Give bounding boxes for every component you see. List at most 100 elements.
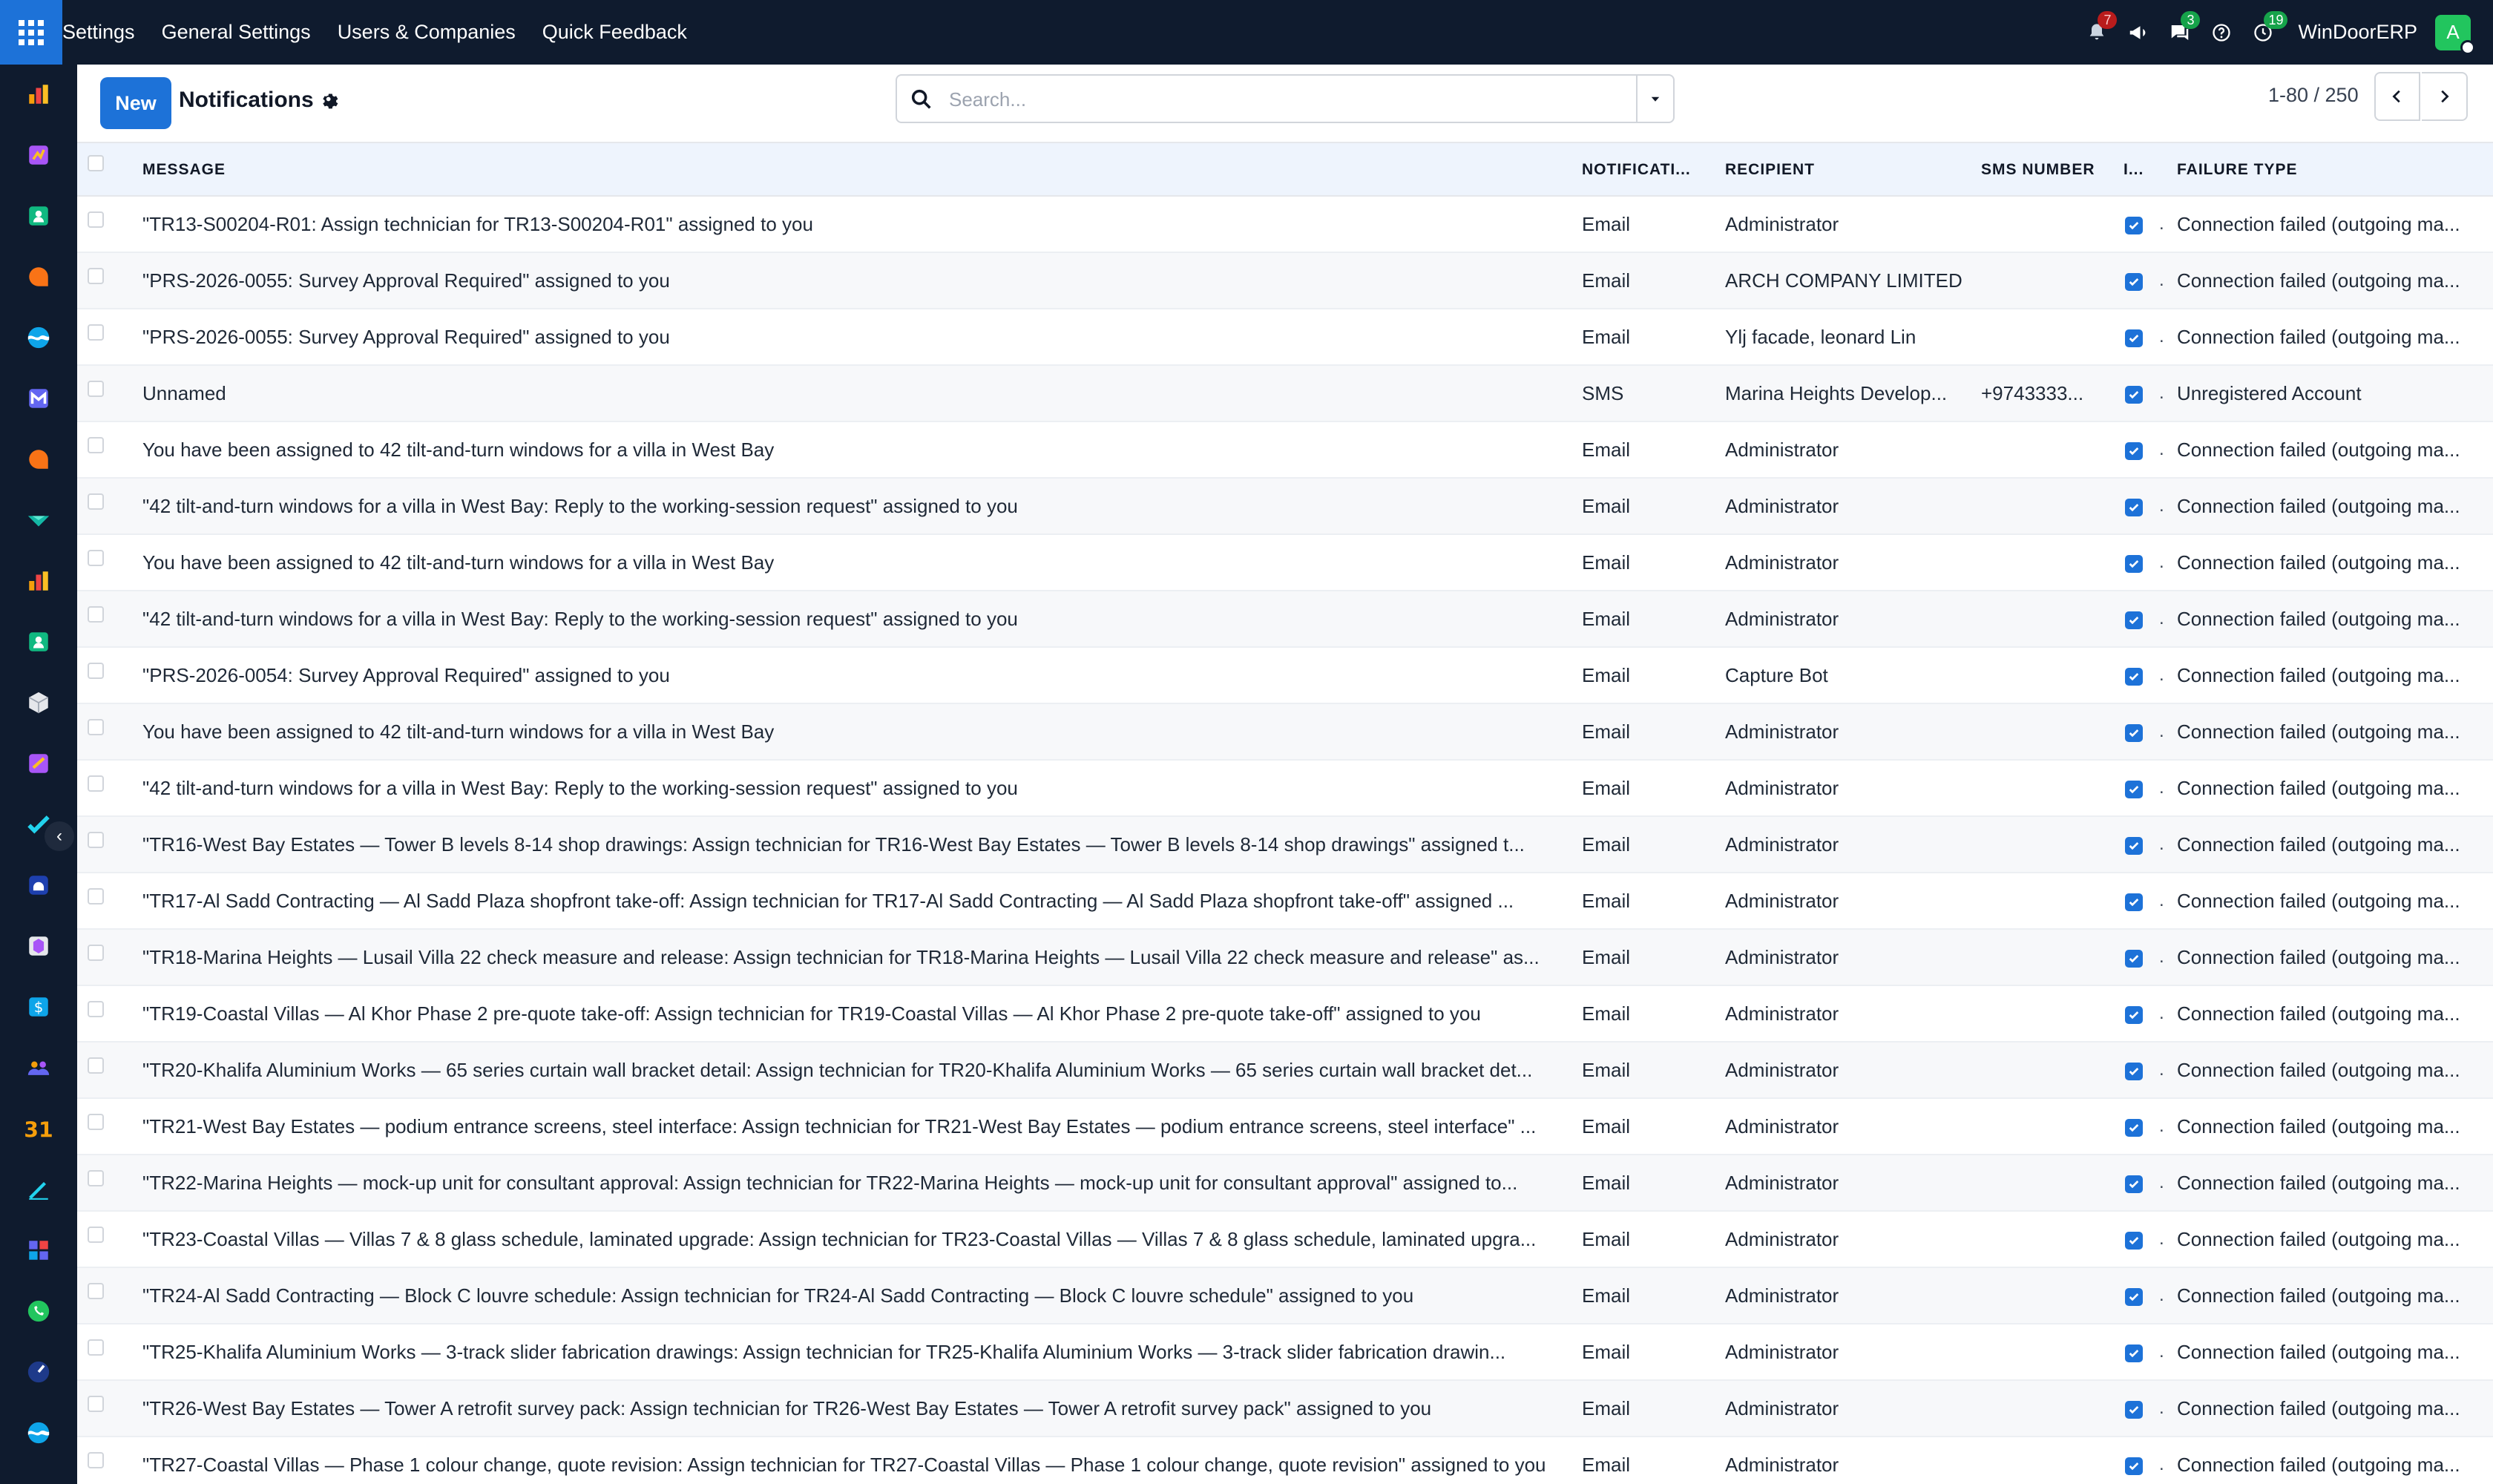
table-row[interactable]: "TR23-Coastal Villas — Villas 7 & 8 glas… — [77, 1212, 2493, 1268]
table-row[interactable]: "TR27-Coastal Villas — Phase 1 colour ch… — [77, 1437, 2493, 1484]
read-checkbox[interactable] — [2125, 217, 2143, 234]
row-checkbox[interactable] — [88, 493, 104, 510]
table-row[interactable]: You have been assigned to 42 tilt-and-tu… — [77, 535, 2493, 591]
table-row[interactable]: "42 tilt-and-turn windows for a villa in… — [77, 591, 2493, 648]
select-all-checkbox[interactable] — [88, 155, 104, 171]
table-row[interactable]: "TR26-West Bay Estates — Tower A retrofi… — [77, 1381, 2493, 1437]
email-marketing-icon[interactable] — [24, 384, 53, 413]
read-checkbox[interactable] — [2125, 1401, 2143, 1419]
documents-icon[interactable] — [24, 749, 53, 778]
column-header-message[interactable]: MESSAGE — [142, 143, 810, 197]
table-row[interactable]: "TR24-Al Sadd Contracting — Block C louv… — [77, 1268, 2493, 1324]
row-checkbox[interactable] — [88, 719, 104, 735]
column-header-flag[interactable]: I... — [2124, 143, 2161, 197]
employees-icon[interactable] — [24, 627, 53, 657]
table-row[interactable]: "TR16-West Bay Estates — Tower B levels … — [77, 817, 2493, 873]
team-icon[interactable] — [24, 1053, 53, 1083]
read-checkbox[interactable] — [2125, 724, 2143, 742]
row-checkbox[interactable] — [88, 1339, 104, 1356]
help-button[interactable] — [2209, 20, 2234, 45]
inventory-diamond-icon[interactable] — [24, 505, 53, 535]
pager-next-button[interactable] — [2422, 72, 2468, 121]
pager-value[interactable]: 1-80 / 250 — [2268, 84, 2359, 107]
read-checkbox[interactable] — [2125, 893, 2143, 911]
row-checkbox[interactable] — [88, 1396, 104, 1412]
discuss-bubble-icon[interactable] — [24, 262, 53, 292]
table-row[interactable]: "TR20-Khalifa Aluminium Works — 65 serie… — [77, 1043, 2493, 1099]
announcements-button[interactable] — [2126, 20, 2151, 45]
table-row[interactable]: Unnamed SMS Marina Heights Develop... +9743… — [77, 366, 2493, 422]
row-checkbox[interactable] — [88, 1283, 104, 1299]
read-checkbox[interactable] — [2125, 1457, 2143, 1475]
column-header-recipient[interactable]: RECIPIENT — [1725, 143, 1948, 197]
read-checkbox[interactable] — [2125, 273, 2143, 291]
menu-users-companies[interactable]: Users & Companies — [338, 21, 516, 44]
wave-icon[interactable] — [24, 1418, 53, 1448]
row-checkbox[interactable] — [88, 663, 104, 679]
row-checkbox[interactable] — [88, 606, 104, 623]
messages-button[interactable]: 3 — [2167, 10, 2201, 45]
dashboard-tile-icon[interactable] — [24, 140, 53, 170]
dial-icon[interactable] — [24, 1357, 53, 1387]
read-checkbox[interactable] — [2125, 1006, 2143, 1024]
row-checkbox[interactable] — [88, 550, 104, 566]
page-title[interactable]: Notifications — [179, 88, 314, 113]
column-header-notification-type[interactable]: NOTIFICATI... — [1582, 143, 1708, 197]
chat-bubble-icon[interactable] — [24, 444, 53, 474]
read-checkbox[interactable] — [2125, 1063, 2143, 1080]
table-row[interactable]: You have been assigned to 42 tilt-and-tu… — [77, 422, 2493, 479]
contacts-icon[interactable] — [24, 201, 53, 231]
package-icon[interactable] — [24, 931, 53, 961]
menu-quick-feedback[interactable]: Quick Feedback — [542, 21, 687, 44]
table-row[interactable]: "TR22-Marina Heights — mock-up unit for … — [77, 1155, 2493, 1212]
row-checkbox[interactable] — [88, 1057, 104, 1074]
table-row[interactable]: "42 tilt-and-turn windows for a villa in… — [77, 479, 2493, 535]
read-checkbox[interactable] — [2125, 668, 2143, 686]
sign-pen-icon[interactable] — [24, 1175, 53, 1204]
whatsapp-icon[interactable] — [24, 1296, 53, 1326]
reporting-icon[interactable] — [24, 566, 53, 596]
table-row[interactable]: "PRS-2026-0055: Survey Approval Required… — [77, 253, 2493, 309]
column-header-failure-type[interactable]: FAILURE TYPE — [2177, 143, 2474, 197]
row-checkbox[interactable] — [88, 211, 104, 228]
read-checkbox[interactable] — [2125, 386, 2143, 404]
row-checkbox[interactable] — [88, 775, 104, 792]
search-input[interactable] — [949, 83, 1602, 116]
row-checkbox[interactable] — [88, 1170, 104, 1186]
timer-button[interactable]: 19 — [2250, 10, 2288, 45]
row-checkbox[interactable] — [88, 1114, 104, 1130]
row-checkbox[interactable] — [88, 1227, 104, 1243]
row-checkbox[interactable] — [88, 381, 104, 397]
user-avatar[interactable]: A — [2435, 14, 2475, 55]
cube-icon[interactable] — [24, 688, 53, 718]
row-checkbox[interactable] — [88, 1001, 104, 1017]
read-checkbox[interactable] — [2125, 837, 2143, 855]
read-checkbox[interactable] — [2125, 611, 2143, 629]
website-wave-icon[interactable] — [24, 323, 53, 352]
table-row[interactable]: "TR21-West Bay Estates — podium entrance… — [77, 1099, 2493, 1155]
chart-bars-icon[interactable] — [24, 79, 53, 109]
row-checkbox[interactable] — [88, 268, 104, 284]
row-checkbox[interactable] — [88, 832, 104, 848]
gear-icon[interactable] — [320, 91, 341, 112]
menu-settings[interactable]: Settings — [62, 21, 135, 44]
table-row[interactable]: "TR17-Al Sadd Contracting — Al Sadd Plaz… — [77, 873, 2493, 930]
read-checkbox[interactable] — [2125, 329, 2143, 347]
menu-general-settings[interactable]: General Settings — [162, 21, 311, 44]
read-checkbox[interactable] — [2125, 781, 2143, 798]
read-checkbox[interactable] — [2125, 442, 2143, 460]
project-check-icon[interactable] — [24, 810, 53, 839]
table-row[interactable]: "TR13-S00204-R01: Assign technician for … — [77, 197, 2493, 253]
column-header-sms-number[interactable]: SMS NUMBER — [1981, 143, 2115, 197]
table-row[interactable]: "42 tilt-and-turn windows for a villa in… — [77, 761, 2493, 817]
sales-dollar-icon[interactable]: $ — [24, 992, 53, 1022]
activity-bell-button[interactable]: 7 — [2084, 10, 2118, 45]
company-switcher[interactable]: WinDoorERP — [2298, 21, 2417, 44]
pager-previous-button[interactable] — [2374, 72, 2420, 121]
row-checkbox[interactable] — [88, 888, 104, 904]
read-checkbox[interactable] — [2125, 1232, 2143, 1250]
helpdesk-icon[interactable] — [24, 870, 53, 900]
read-checkbox[interactable] — [2125, 950, 2143, 968]
read-checkbox[interactable] — [2125, 1119, 2143, 1137]
row-checkbox[interactable] — [88, 1452, 104, 1468]
